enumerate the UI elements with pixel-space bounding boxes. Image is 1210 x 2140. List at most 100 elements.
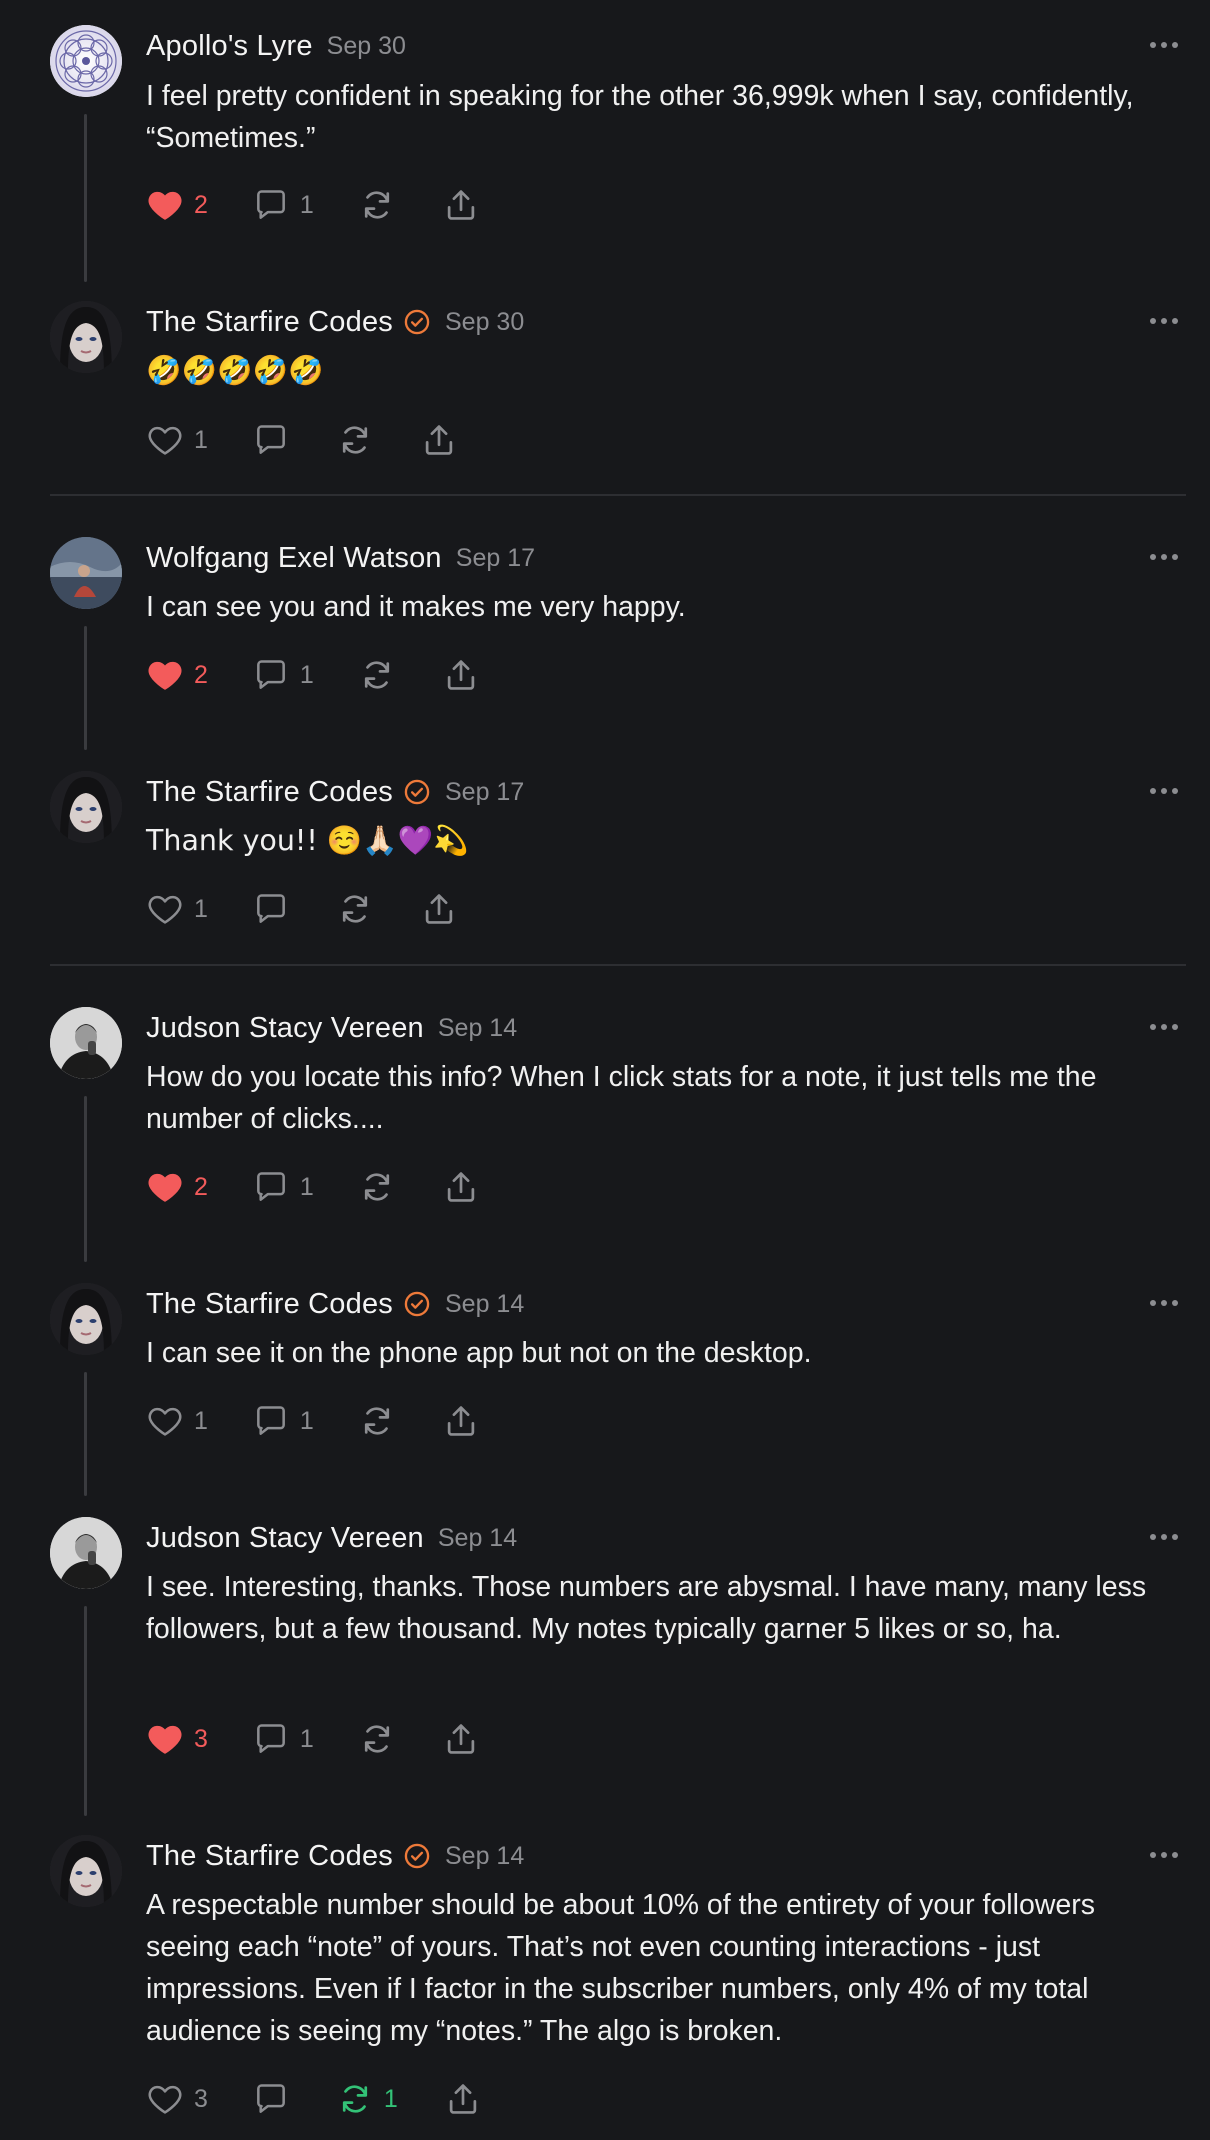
comment-bubble-icon [252, 421, 290, 459]
restack-button[interactable] [336, 420, 374, 460]
comment-bubble-icon [252, 1720, 290, 1758]
portrait-avatar-icon [50, 1283, 122, 1355]
heart-filled-icon [146, 1720, 184, 1758]
thread-line [84, 1606, 87, 1816]
restack-button[interactable] [358, 1719, 396, 1759]
reply-button[interactable] [252, 2079, 290, 2119]
reply-count: 1 [299, 660, 314, 689]
comment-date[interactable]: Sep 17 [456, 544, 535, 573]
author-name[interactable]: The Starfire Codes [146, 1288, 393, 1321]
restack-icon [336, 890, 374, 928]
like-button[interactable]: 1 [146, 420, 208, 460]
restack-icon [336, 421, 374, 459]
verified-badge-icon [403, 1290, 431, 1318]
comment-text: How do you locate this info? When I clic… [146, 1061, 1097, 1135]
restack-count: 1 [383, 2084, 398, 2113]
like-button[interactable]: 3 [146, 2079, 208, 2119]
portrait-avatar-icon [50, 1835, 122, 1907]
comment-date[interactable]: Sep 14 [438, 1014, 517, 1043]
share-icon [442, 656, 480, 694]
share-button[interactable] [444, 2079, 482, 2119]
more-options-icon[interactable] [1150, 1850, 1178, 1860]
author-name[interactable]: The Starfire Codes [146, 776, 393, 809]
restack-button[interactable] [336, 889, 374, 929]
like-count: 2 [194, 190, 208, 219]
verified-badge-icon [403, 308, 431, 336]
verified-badge-icon [403, 1842, 431, 1870]
heart-outline-icon [146, 890, 184, 928]
more-options-icon[interactable] [1150, 316, 1178, 326]
share-button[interactable] [442, 1401, 480, 1441]
share-button[interactable] [442, 1167, 480, 1207]
comment-bubble-icon [252, 1402, 290, 1440]
restack-icon [358, 656, 396, 694]
thread-line [84, 1372, 87, 1496]
reply-button[interactable] [252, 889, 290, 929]
author-name[interactable]: The Starfire Codes [146, 306, 393, 339]
comment-date[interactable]: Sep 14 [445, 1290, 524, 1319]
share-icon [442, 186, 480, 224]
heart-filled-icon [146, 186, 184, 224]
restack-icon [358, 186, 396, 224]
restack-button[interactable] [358, 655, 396, 695]
restack-button[interactable]: 1 [336, 2079, 398, 2119]
more-options-icon[interactable] [1150, 40, 1178, 50]
reply-count: 1 [299, 190, 314, 219]
reply-button[interactable]: 1 [252, 185, 314, 225]
author-name[interactable]: The Starfire Codes [146, 1840, 393, 1873]
comment-date[interactable]: Sep 30 [327, 32, 406, 61]
share-button[interactable] [442, 655, 480, 695]
share-icon [420, 421, 458, 459]
share-button[interactable] [442, 1719, 480, 1759]
reply-button[interactable]: 1 [252, 655, 314, 695]
avatar[interactable] [50, 1517, 122, 1589]
share-button[interactable] [442, 185, 480, 225]
share-button[interactable] [420, 889, 458, 929]
author-name[interactable]: Judson Stacy Vereen [146, 1012, 424, 1045]
avatar[interactable] [50, 537, 122, 609]
avatar[interactable] [50, 1283, 122, 1355]
heart-outline-icon [146, 2080, 184, 2118]
more-options-icon[interactable] [1150, 1298, 1178, 1308]
reply-button[interactable]: 1 [252, 1167, 314, 1207]
like-count: 1 [194, 1406, 208, 1435]
mandala-avatar-icon [50, 25, 122, 97]
avatar[interactable] [50, 1007, 122, 1079]
like-button[interactable]: 1 [146, 889, 208, 929]
like-button[interactable]: 2 [146, 1167, 208, 1207]
reply-button[interactable] [252, 420, 290, 460]
avatar[interactable] [50, 301, 122, 373]
comment-date[interactable]: Sep 30 [445, 308, 524, 337]
avatar[interactable] [50, 25, 122, 97]
restack-button[interactable] [358, 1167, 396, 1207]
avatar[interactable] [50, 771, 122, 843]
author-name[interactable]: Apollo's Lyre [146, 30, 313, 63]
author-name[interactable]: Wolfgang Exel Watson [146, 542, 442, 575]
reply-count: 1 [299, 1172, 314, 1201]
comment-date[interactable]: Sep 14 [445, 1842, 524, 1871]
like-count: 1 [194, 425, 208, 454]
comment-date[interactable]: Sep 14 [438, 1524, 517, 1553]
share-icon [420, 890, 458, 928]
comment-date[interactable]: Sep 17 [445, 778, 524, 807]
reply-button[interactable]: 1 [252, 1719, 314, 1759]
like-count: 3 [194, 2084, 208, 2113]
more-options-icon[interactable] [1150, 786, 1178, 796]
restack-button[interactable] [358, 185, 396, 225]
more-options-icon[interactable] [1150, 552, 1178, 562]
reply-count: 1 [299, 1406, 314, 1435]
restack-button[interactable] [358, 1401, 396, 1441]
share-button[interactable] [420, 420, 458, 460]
like-button[interactable]: 3 [146, 1719, 208, 1759]
more-options-icon[interactable] [1150, 1022, 1178, 1032]
avatar[interactable] [50, 1835, 122, 1907]
like-button[interactable]: 2 [146, 185, 208, 225]
restack-active-icon [336, 2080, 374, 2118]
like-button[interactable]: 1 [146, 1401, 208, 1441]
heart-filled-icon [146, 1168, 184, 1206]
reply-button[interactable]: 1 [252, 1401, 314, 1441]
like-button[interactable]: 2 [146, 655, 208, 695]
thread-divider [50, 964, 1186, 966]
more-options-icon[interactable] [1150, 1532, 1178, 1542]
author-name[interactable]: Judson Stacy Vereen [146, 1522, 424, 1555]
